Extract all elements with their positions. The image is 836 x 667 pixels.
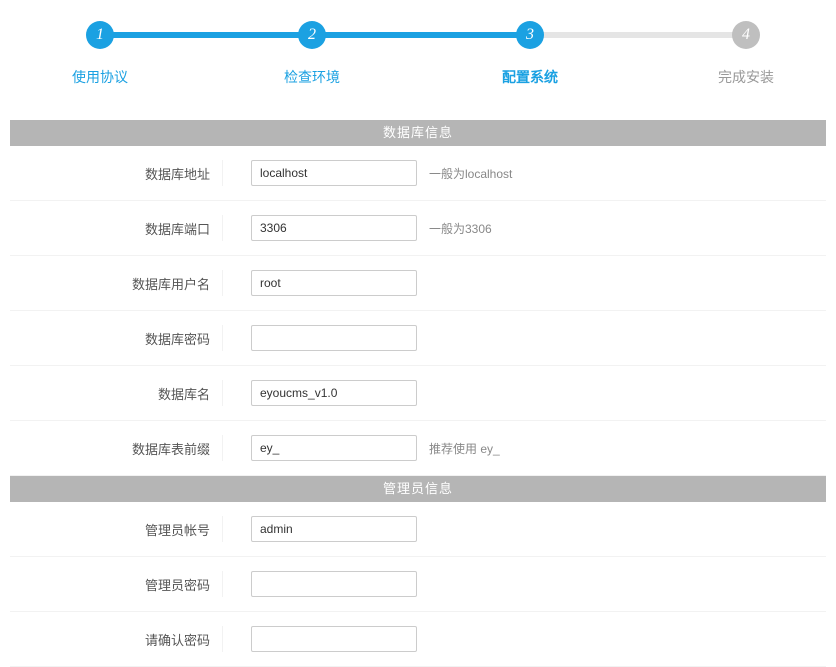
input-db-host[interactable] bbox=[251, 160, 417, 186]
step-1[interactable]: 1 使用协议 bbox=[50, 10, 150, 87]
label-db-prefix: 数据库表前缀 bbox=[10, 439, 222, 458]
label-admin-password: 管理员密码 bbox=[10, 575, 222, 594]
row-admin-account: 管理员帐号 bbox=[10, 502, 826, 557]
label-admin-account: 管理员帐号 bbox=[10, 520, 222, 539]
row-db-host: 数据库地址 一般为localhost bbox=[10, 146, 826, 201]
row-admin-password: 管理员密码 bbox=[10, 557, 826, 612]
label-db-name: 数据库名 bbox=[10, 384, 222, 403]
install-stepper: 1 使用协议 2 检查环境 3 配置系统 4 完成安装 bbox=[10, 10, 826, 100]
step-circle: 4 bbox=[732, 21, 760, 49]
step-label: 使用协议 bbox=[50, 67, 150, 87]
input-admin-password[interactable] bbox=[251, 571, 417, 597]
step-label: 检查环境 bbox=[262, 67, 362, 87]
label-db-host: 数据库地址 bbox=[10, 164, 222, 183]
row-db-user: 数据库用户名 bbox=[10, 256, 826, 311]
row-admin-confirm: 请确认密码 bbox=[10, 612, 826, 667]
label-admin-confirm: 请确认密码 bbox=[10, 630, 222, 649]
input-db-port[interactable] bbox=[251, 215, 417, 241]
input-db-user[interactable] bbox=[251, 270, 417, 296]
input-admin-confirm[interactable] bbox=[251, 626, 417, 652]
input-db-prefix[interactable] bbox=[251, 435, 417, 461]
row-db-prefix: 数据库表前缀 推荐使用 ey_ bbox=[10, 421, 826, 476]
section-header-admin: 管理员信息 bbox=[10, 476, 826, 502]
row-db-port: 数据库端口 一般为3306 bbox=[10, 201, 826, 256]
label-db-user: 数据库用户名 bbox=[10, 274, 222, 293]
step-4[interactable]: 4 完成安装 bbox=[696, 10, 796, 87]
row-db-name: 数据库名 bbox=[10, 366, 826, 421]
input-db-name[interactable] bbox=[251, 380, 417, 406]
step-3[interactable]: 3 配置系统 bbox=[480, 10, 580, 87]
step-label: 完成安装 bbox=[696, 67, 796, 87]
row-db-password: 数据库密码 bbox=[10, 311, 826, 366]
step-circle: 3 bbox=[516, 21, 544, 49]
hint-db-prefix: 推荐使用 ey_ bbox=[429, 440, 500, 457]
step-circle: 1 bbox=[86, 21, 114, 49]
input-db-password[interactable] bbox=[251, 325, 417, 351]
section-header-db: 数据库信息 bbox=[10, 120, 826, 146]
input-admin-account[interactable] bbox=[251, 516, 417, 542]
label-db-password: 数据库密码 bbox=[10, 329, 222, 348]
label-db-port: 数据库端口 bbox=[10, 219, 222, 238]
step-circle: 2 bbox=[298, 21, 326, 49]
step-label: 配置系统 bbox=[480, 67, 580, 87]
hint-db-host: 一般为localhost bbox=[429, 165, 512, 182]
hint-db-port: 一般为3306 bbox=[429, 220, 492, 237]
step-2[interactable]: 2 检查环境 bbox=[262, 10, 362, 87]
